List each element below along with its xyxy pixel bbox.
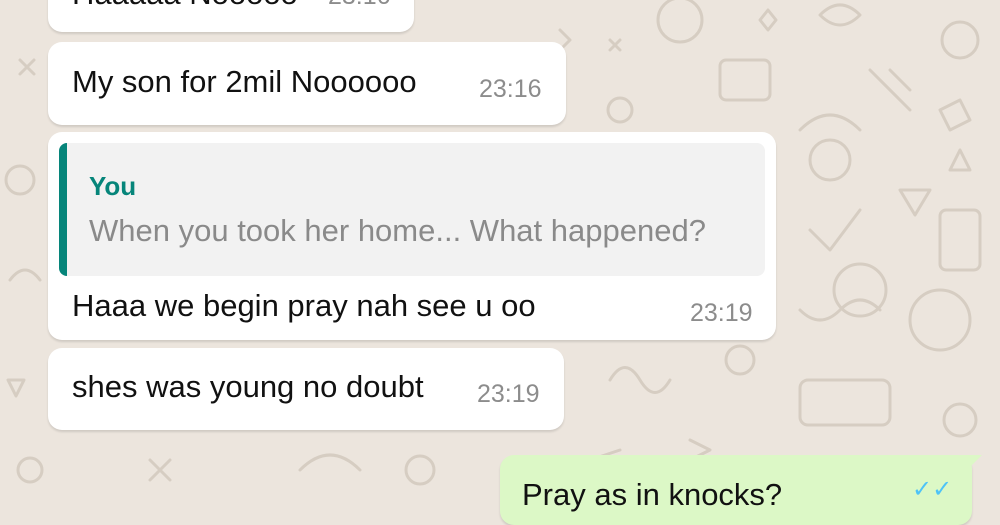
message-timestamp: 23:16 xyxy=(479,75,542,103)
bubble-tail xyxy=(960,455,982,477)
message-bubble-incoming-reply[interactable]: You When you took her home... What happe… xyxy=(48,132,776,340)
message-timestamp: 23:19 xyxy=(690,299,753,327)
message-text: Haaaaa Nooooo xyxy=(72,0,298,12)
message-timestamp: 23:19 xyxy=(477,380,540,408)
read-receipt-icon: ✓✓ xyxy=(912,476,953,503)
message-bubble-outgoing[interactable]: Pray as in knocks? ✓✓ xyxy=(500,455,972,525)
message-bubble-incoming[interactable]: shes was young no doubt 23:19 xyxy=(48,348,564,430)
quote-text: When you took her home... What happened? xyxy=(89,213,706,248)
message-text: Haaa we begin pray nah see u oo xyxy=(72,288,536,323)
message-text: shes was young no doubt xyxy=(72,369,424,404)
message-bubble-incoming[interactable]: Haaaaa Nooooo 23:16 xyxy=(48,0,414,32)
quote-author: You xyxy=(89,171,137,201)
message-text: My son for 2mil Noooooo xyxy=(72,64,417,99)
message-timestamp: 23:16 xyxy=(328,0,391,11)
message-bubble-incoming[interactable]: My son for 2mil Noooooo 23:16 xyxy=(48,42,566,125)
quoted-message[interactable]: You When you took her home... What happe… xyxy=(59,143,765,276)
quote-accent-bar xyxy=(59,143,67,276)
message-text: Pray as in knocks? xyxy=(522,477,783,512)
